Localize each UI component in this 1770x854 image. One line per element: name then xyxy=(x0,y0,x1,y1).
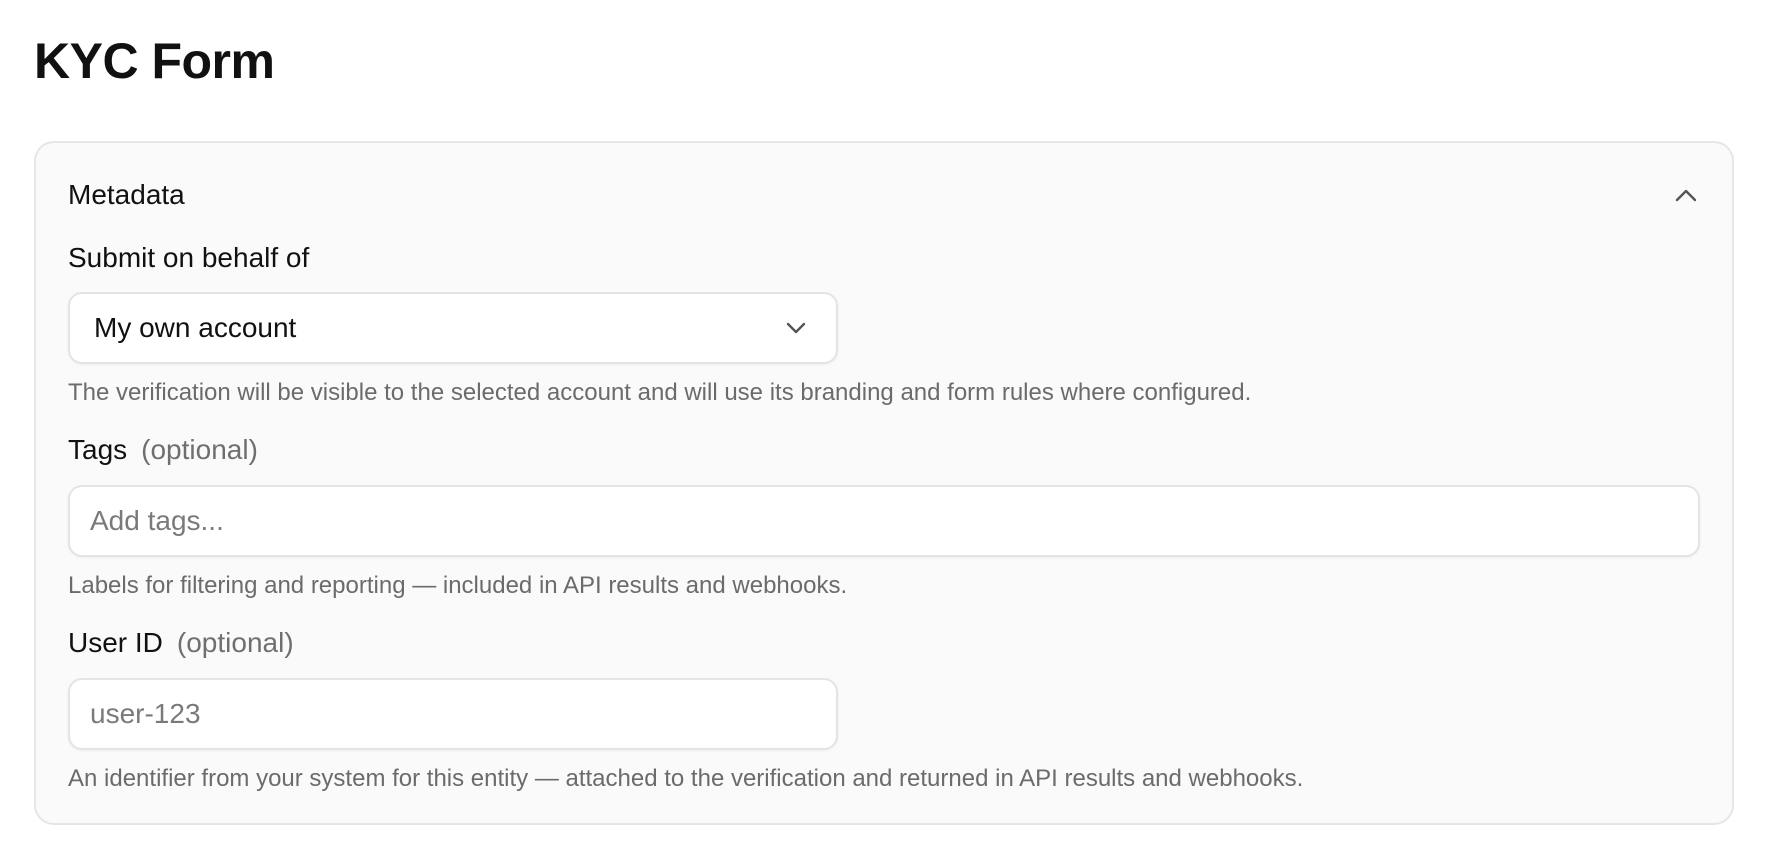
tags-label-text: Tags xyxy=(68,434,128,465)
metadata-card: Metadata Submit on behalf of My own acco… xyxy=(34,141,1734,825)
user-id-optional-hint: (optional) xyxy=(176,627,294,658)
chevron-up-icon[interactable] xyxy=(1672,181,1700,209)
submit-on-behalf-label-text: Submit on behalf of xyxy=(68,242,310,273)
user-id-input[interactable] xyxy=(68,678,838,750)
tags-optional-hint: (optional) xyxy=(141,434,258,465)
kyc-form-page: KYC Form Metadata Submit on behalf of My… xyxy=(0,0,1770,854)
submit-on-behalf-select[interactable]: My own account xyxy=(68,292,838,364)
chevron-down-icon xyxy=(784,316,808,340)
metadata-title: Metadata xyxy=(68,179,185,210)
submit-on-behalf-label: Submit on behalf of xyxy=(68,239,309,277)
user-id-label-text: User ID xyxy=(68,627,163,658)
tags-help: Labels for filtering and reporting — inc… xyxy=(68,572,848,599)
page-title: KYC Form xyxy=(34,33,275,89)
metadata-header[interactable]: Metadata xyxy=(68,175,1700,215)
tags-label: Tags (optional) xyxy=(68,431,258,469)
tags-input[interactable] xyxy=(68,485,1700,557)
user-id-label: User ID (optional) xyxy=(68,624,294,662)
user-id-help: An identifier from your system for this … xyxy=(68,765,1304,792)
submit-on-behalf-help: The verification will be visible to the … xyxy=(68,379,1252,406)
submit-on-behalf-value: My own account xyxy=(94,312,297,343)
